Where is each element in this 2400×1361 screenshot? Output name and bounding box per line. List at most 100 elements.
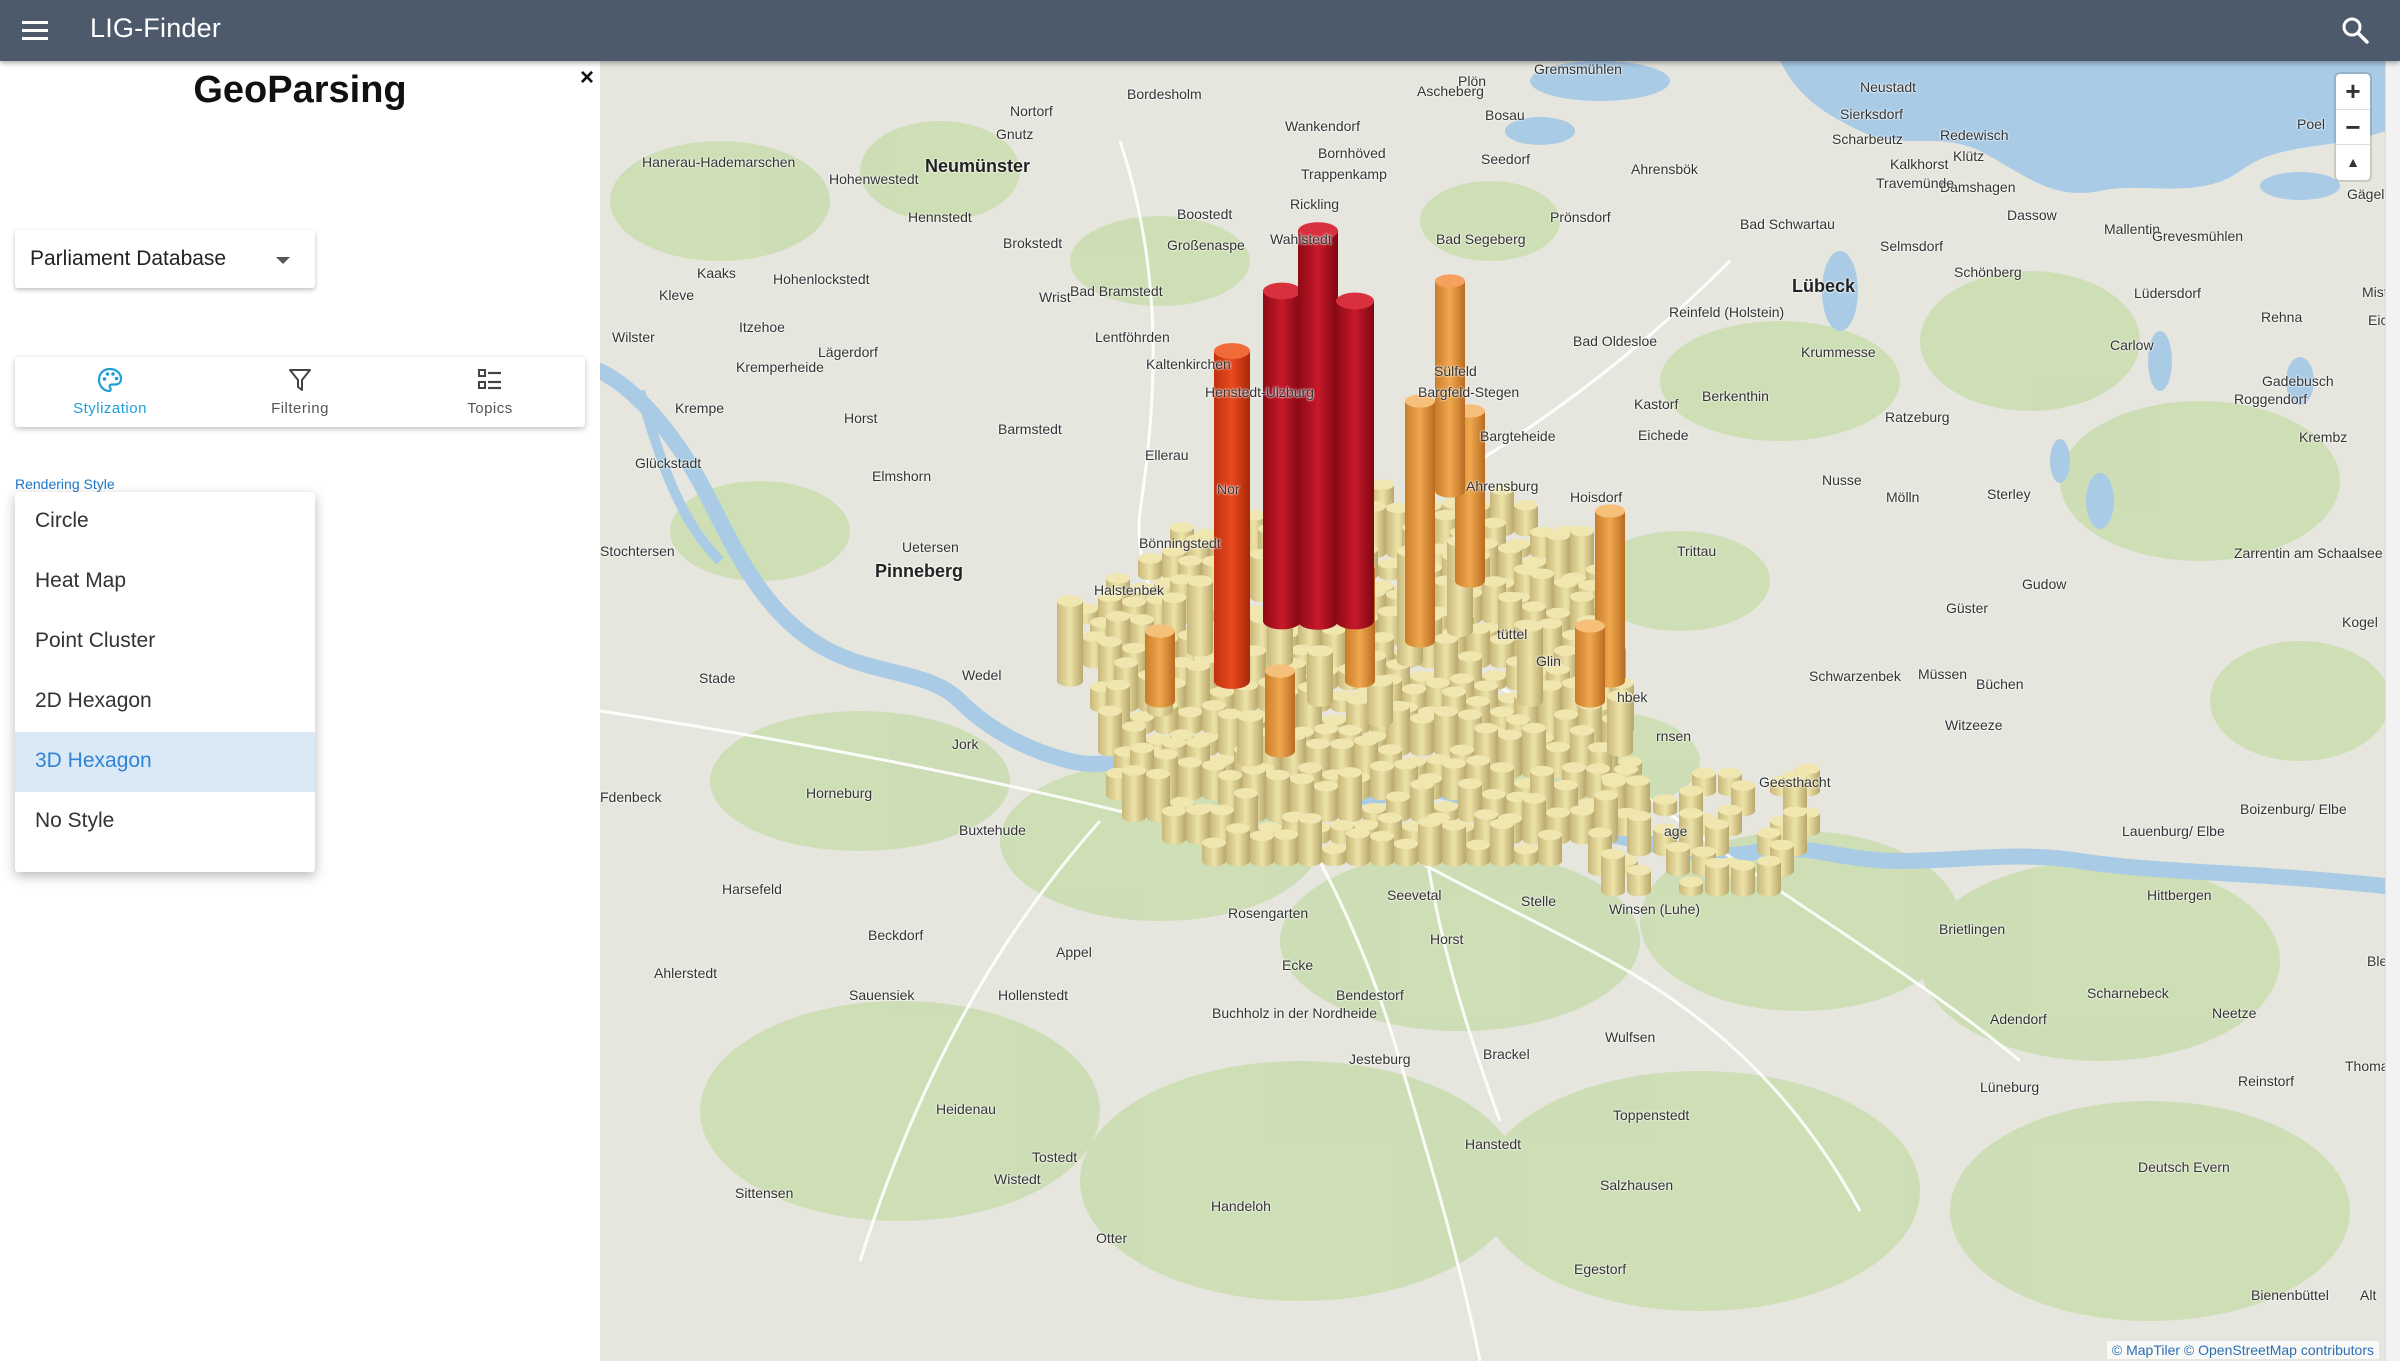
tab-filtering-label: Filtering: [271, 400, 329, 417]
place-label: Barmstedt: [998, 421, 1062, 437]
list-checklist-icon: [478, 369, 501, 390]
place-label: Eichede: [1638, 427, 1689, 443]
filter-icon: [289, 369, 311, 391]
hexagon-top: [1705, 819, 1729, 830]
hexagon-column[interactable]: [1367, 681, 1393, 727]
option-2d-hexagon[interactable]: 2D Hexagon: [15, 672, 315, 732]
place-label: Kastorf: [1634, 396, 1679, 412]
hexagon-column[interactable]: [1214, 351, 1250, 689]
database-select[interactable]: Parliament Database: [15, 230, 315, 288]
hexagon-column[interactable]: [1265, 671, 1295, 758]
hexagon-top: [1202, 700, 1226, 711]
hexagon-top: [1530, 765, 1554, 777]
hexagon-column[interactable]: [1757, 861, 1781, 897]
hexagon-column[interactable]: [1145, 631, 1175, 708]
hexagon-column[interactable]: [1307, 651, 1333, 707]
hexagon-top: [1186, 660, 1210, 672]
hexagon-top: [1595, 504, 1625, 518]
hexagon-column[interactable]: [1338, 772, 1362, 823]
hexagon-column[interactable]: [1057, 601, 1083, 687]
place-label: Krembz: [2299, 429, 2348, 445]
place-label: Schwarzenbek: [1809, 668, 1901, 684]
hexagon-column[interactable]: [1490, 823, 1514, 867]
option-circle[interactable]: Circle: [15, 492, 315, 552]
hexagon-top: [1538, 829, 1562, 841]
place-label: Sülfeld: [1434, 363, 1477, 379]
hexagon-top: [1757, 855, 1781, 867]
hexagon-column[interactable]: [1178, 762, 1202, 801]
tab-topics[interactable]: Topics: [395, 357, 585, 427]
search-icon[interactable]: [2340, 15, 2370, 45]
place-label: Glin: [1536, 653, 1561, 669]
hexagon-top: [1450, 744, 1474, 756]
hexagon-top: [1314, 780, 1338, 792]
hexagon-column[interactable]: [1410, 718, 1434, 757]
hexagon-top: [1418, 816, 1442, 828]
hexagon-top: [1626, 775, 1650, 786]
place-label: Neustadt: [1860, 79, 1917, 95]
place-label: Lentföhrden: [1095, 329, 1170, 345]
hexagon-top: [1186, 737, 1210, 748]
hexagon-top: [1162, 805, 1186, 817]
option-point-cluster[interactable]: Point Cluster: [15, 612, 315, 672]
menu-icon[interactable]: [20, 17, 50, 43]
hexagon-top: [1130, 614, 1154, 625]
hexagon-column[interactable]: [1122, 770, 1146, 823]
hexagon-top: [1122, 596, 1146, 608]
hexagon-column[interactable]: [1237, 716, 1263, 767]
hexagon-column[interactable]: [1418, 821, 1442, 867]
place-label: Hollenstedt: [998, 987, 1069, 1003]
hexagon-column[interactable]: [1601, 854, 1625, 897]
geoparsing-panel: × GeoParsing Parliament Database Styliza…: [0, 61, 600, 1361]
hexagon-top: [1466, 696, 1490, 707]
hexagon-column[interactable]: [1263, 291, 1301, 630]
hexagon-column[interactable]: [1336, 301, 1374, 630]
page-scrollbar[interactable]: [2385, 61, 2400, 1361]
option-no-style[interactable]: No Style: [15, 792, 315, 852]
hexagon-column[interactable]: [1607, 696, 1633, 757]
tab-filtering[interactable]: Filtering: [205, 357, 395, 427]
hexagon-top: [1506, 714, 1530, 725]
hexagon-column[interactable]: [1442, 825, 1466, 867]
place-label: Toppenstedt: [1613, 1107, 1690, 1123]
hexagon-top: [1410, 712, 1434, 724]
hexagon-top: [1178, 706, 1202, 718]
zoom-out-button[interactable]: −: [2336, 109, 2370, 145]
hexagon-top: [1482, 517, 1506, 529]
hexagon-column[interactable]: [1575, 626, 1605, 708]
panel-title: GeoParsing: [193, 69, 407, 111]
tab-stylization[interactable]: Stylization: [15, 357, 205, 427]
map-canvas[interactable]: Neumünster Lübeck Pinneberg Bordesholm Plön G…: [600, 61, 2385, 1361]
hexagon-top: [1338, 724, 1362, 736]
zoom-in-button[interactable]: +: [2336, 74, 2370, 109]
place-label: Horst: [844, 410, 878, 426]
hexagon-top: [1336, 292, 1374, 310]
map-attribution[interactable]: © MapTiler © OpenStreetMap contributors: [2106, 1341, 2379, 1359]
place-label: Hennstedt: [908, 209, 972, 225]
option-label: Circle: [35, 509, 89, 532]
hexagon-column[interactable]: [1298, 231, 1338, 630]
hexagon-top: [1783, 806, 1807, 818]
hexagon-top: [1570, 591, 1594, 603]
hexagon-layer: [1057, 222, 1820, 897]
place-label: Elmshorn: [872, 468, 932, 484]
hexagon-column[interactable]: [1187, 581, 1213, 657]
hexagon-top: [1570, 525, 1594, 537]
place-label: Seedorf: [1481, 151, 1531, 167]
hexagon-top: [1410, 779, 1434, 790]
hexagon-column[interactable]: [1298, 818, 1322, 867]
place-label: Dassow: [2007, 207, 2057, 223]
place-label: Müssen: [1918, 666, 1968, 682]
hexagon-column[interactable]: [1226, 828, 1250, 867]
option-3d-hexagon[interactable]: 3D Hexagon: [15, 732, 315, 792]
option-heat-map[interactable]: Heat Map: [15, 552, 315, 612]
hexagon-top: [1546, 607, 1570, 619]
place-label: Geesthacht: [1759, 774, 1831, 790]
compass-icon[interactable]: ▲: [2336, 144, 2370, 180]
hexagon-column[interactable]: [1405, 401, 1435, 648]
hexagon-top: [1498, 542, 1522, 554]
place-label: Stelle: [1521, 893, 1557, 909]
hexagon-column[interactable]: [1627, 816, 1651, 857]
place-label: Gremsmühlen: [1534, 61, 1622, 77]
hexagon-top: [1546, 807, 1570, 818]
